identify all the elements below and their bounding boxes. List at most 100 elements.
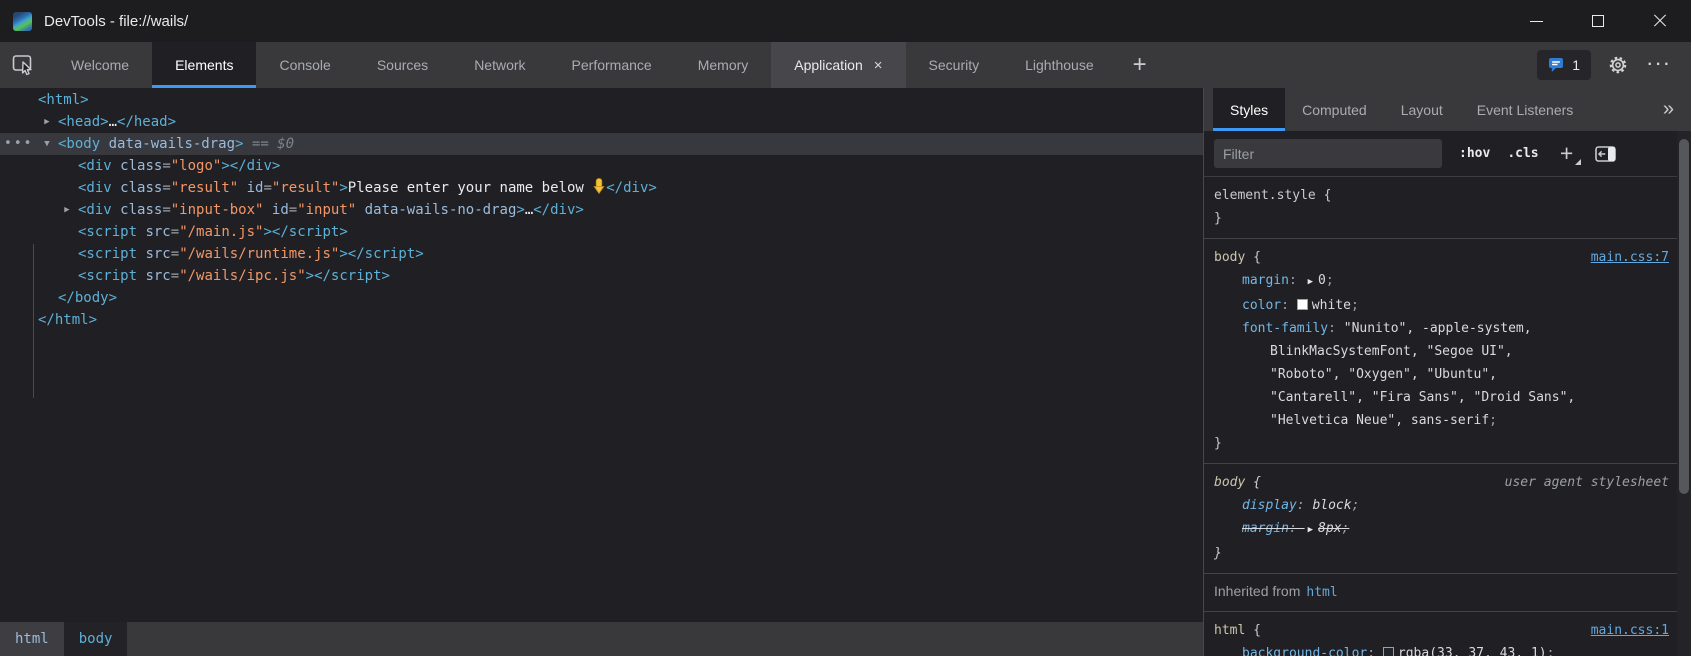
sidebar-tab-styles[interactable]: Styles [1213,88,1285,131]
tab-security[interactable]: Security [906,42,1003,88]
breadcrumb: htmlbody [0,622,1203,656]
more-tabs-icon[interactable]: » [1646,88,1691,131]
declaration-name-wrap: display: [1242,498,1312,513]
css-declaration[interactable]: margin: ▶ 8px; [1214,517,1677,542]
expand-arrow-icon[interactable]: ▶ [61,199,73,221]
tab-lighthouse[interactable]: Lighthouse [1002,42,1117,88]
expand-arrow-icon[interactable]: ▼ [41,133,53,155]
dom-tree-row[interactable]: </html> [0,309,1203,331]
toggle-sidebar-icon[interactable] [1595,146,1616,162]
syntax-token: </body> [58,290,117,306]
syntax-token: class [120,202,162,218]
inspect-element-button[interactable] [0,42,48,88]
inherited-tag-link[interactable]: html [1306,585,1337,600]
syntax-token: Please enter your name below [348,180,592,196]
tab-sources[interactable]: Sources [354,42,451,88]
rule-selector[interactable]: html [1214,623,1245,638]
expand-shorthand-icon[interactable]: ▶ [1308,271,1313,294]
dom-tree-row[interactable]: <script src="/main.js"></script> [0,221,1203,243]
syntax-token: = [162,202,170,218]
tab-performance[interactable]: Performance [549,42,675,88]
new-style-rule-button[interactable]: + [1556,142,1578,166]
dom-tree-row[interactable]: •••▼<body data-wails-drag> == $0 [0,133,1203,155]
dom-tree-row[interactable]: ▶<head>…</head> [0,111,1203,133]
declaration-name-wrap: color: [1242,298,1297,313]
rule-selector[interactable]: element.style [1214,188,1316,203]
stylesheet-link[interactable]: main.css:1 [1591,619,1669,642]
element-classes-button[interactable]: .cls [1507,146,1538,161]
syntax-token: "/wails/runtime.js" [179,246,339,262]
color-swatch[interactable] [1383,647,1394,656]
declaration-name-wrap: font-family: [1242,321,1344,336]
close-button[interactable] [1629,0,1691,42]
css-declaration[interactable]: color: white; [1214,294,1677,317]
window-controls [1505,0,1691,42]
dom-tree-row[interactable]: <div class="result" id="result">Please e… [0,177,1203,199]
expand-arrow-icon[interactable]: ▶ [41,111,53,133]
sidebar-tab-layout[interactable]: Layout [1384,88,1460,131]
syntax-token: src [145,246,170,262]
scrollbar-thumb[interactable] [1679,139,1689,494]
row-overflow-dots[interactable]: ••• [4,133,33,155]
sidebar-tab-label: Layout [1401,102,1443,118]
minimize-button[interactable] [1505,0,1567,42]
css-declaration[interactable]: display: block; [1214,494,1677,517]
colon: : [1297,498,1313,513]
syntax-token: > [263,224,271,240]
dom-tree-row[interactable]: <script src="/wails/runtime.js"></script… [0,243,1203,265]
rule-selector[interactable]: body [1214,475,1245,490]
customize-devtools-button[interactable]: ··· [1645,50,1675,80]
tab-welcome[interactable]: Welcome [48,42,152,88]
rule-selector-wrap: html { [1214,619,1261,642]
breadcrumb-item-html[interactable]: html [0,622,64,656]
close-tab-icon[interactable]: × [874,58,883,73]
syntax-token: "result" [171,180,238,196]
breadcrumb-item-body[interactable]: body [64,622,128,656]
close-brace: } [1214,432,1677,455]
activity-badge-button[interactable]: 1 [1537,50,1591,80]
toggle-element-state-button[interactable]: :hov [1459,146,1490,161]
inherited-from-header: Inherited fromhtml [1204,574,1677,612]
dom-tree-row[interactable]: </body> [0,287,1203,309]
tab-elements[interactable]: Elements [152,42,256,88]
tab-memory[interactable]: Memory [675,42,772,88]
tab-network[interactable]: Network [451,42,548,88]
stylesheet-link[interactable]: main.css:7 [1591,246,1669,269]
open-brace: { [1245,250,1261,265]
maximize-button[interactable] [1567,0,1629,42]
dom-tree-row[interactable]: <html> [0,89,1203,111]
css-declaration[interactable]: margin: ▶ 0; [1214,269,1677,294]
syntax-token: </script> [348,246,424,262]
css-declaration[interactable]: background-color: rgba(33, 37, 43, 1); [1214,642,1677,656]
dom-tree-row[interactable]: <script src="/wails/ipc.js"></script> [0,265,1203,287]
property-value: white [1312,298,1351,313]
tab-console[interactable]: Console [256,42,353,88]
syntax-token: <div [78,158,112,174]
expand-shorthand-icon[interactable]: ▶ [1308,519,1313,542]
declaration-value-wrap: white; [1312,298,1359,313]
syntax-token [356,202,364,218]
colon: : [1281,298,1297,313]
property-name: margin [1242,521,1289,536]
dom-tree-row[interactable]: <div class="logo"></div> [0,155,1203,177]
colon: : [1328,321,1344,336]
settings-button[interactable] [1603,50,1633,80]
color-swatch[interactable] [1297,299,1308,310]
style-rule-body: body {user agent stylesheetdisplay: bloc… [1204,464,1677,574]
pointing-down-emoji [592,178,606,201]
syntax-token: "/wails/ipc.js" [179,268,305,284]
syntax-token [112,202,120,218]
syntax-token [112,158,120,174]
rule-selector[interactable]: body [1214,250,1245,265]
styles-scrollbar[interactable] [1677,131,1691,656]
css-declaration[interactable]: font-family: "Nunito", -apple-system, Bl… [1214,317,1677,432]
sidebar-tab-event-listeners[interactable]: Event Listeners [1460,88,1591,131]
syntax-token: "/main.js" [179,224,263,240]
add-tab-button[interactable]: + [1117,42,1163,88]
dom-tree-row[interactable]: ▶<div class="input-box" id="input" data-… [0,199,1203,221]
sidebar-tab-computed[interactable]: Computed [1285,88,1384,131]
syntax-token: data-wails-no-drag [365,202,517,218]
styles-filter-input[interactable] [1214,139,1442,168]
syntax-token: "logo" [171,158,222,174]
tab-application[interactable]: Application× [771,42,905,88]
